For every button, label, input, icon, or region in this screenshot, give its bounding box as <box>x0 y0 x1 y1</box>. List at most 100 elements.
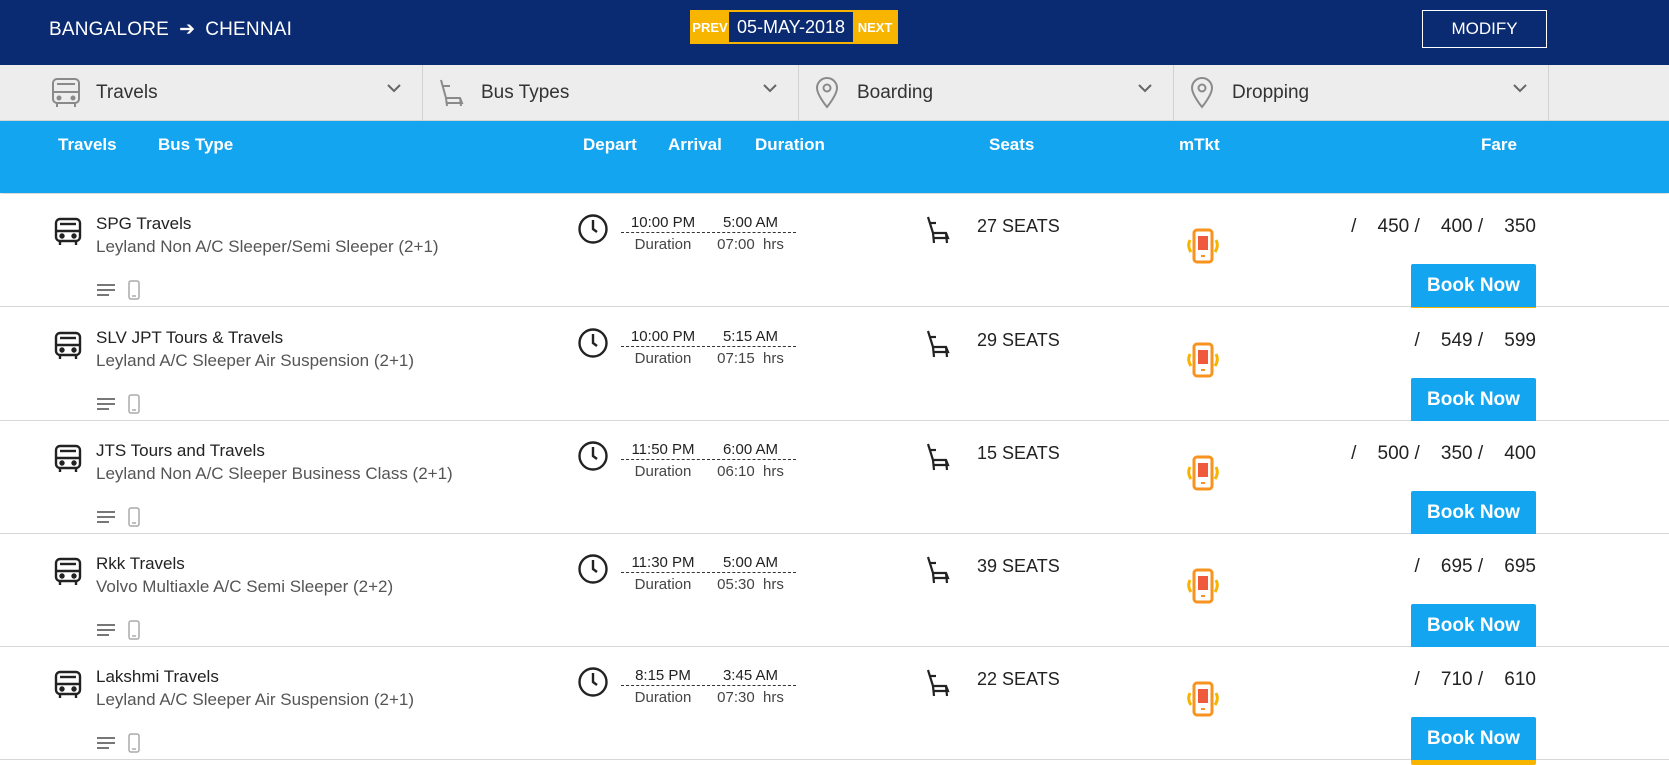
row-extra-icons <box>96 507 140 527</box>
seat-icon <box>926 330 950 358</box>
book-now-button[interactable]: Book Now <box>1411 604 1536 652</box>
clock-icon <box>578 328 608 358</box>
seats-available[interactable]: 15 SEATS <box>977 443 1060 464</box>
route-title: BANGALORE ➔ CHENNAI <box>49 18 292 41</box>
prev-date-button[interactable]: PREV <box>691 11 729 43</box>
filter-travels[interactable]: Travels <box>46 65 423 121</box>
arrival-time: 5:15 AM <box>722 328 779 345</box>
chevron-down-icon <box>387 84 401 93</box>
clock-icon <box>578 554 608 584</box>
col-travels[interactable]: Travels <box>58 135 117 155</box>
row-extra-icons <box>96 620 140 640</box>
details-list-icon[interactable] <box>96 396 116 412</box>
mobile-ticket-icon <box>1187 342 1219 378</box>
duration-value: 07:15 hrs <box>717 350 784 367</box>
time-block: 8:15 PM 3:45 AM Duration 07:30 hrs <box>621 667 796 706</box>
mobile-icon[interactable] <box>128 620 140 640</box>
clock-icon <box>578 441 608 471</box>
bus-icon <box>54 331 82 359</box>
filter-dropping[interactable]: Dropping <box>1174 65 1549 121</box>
mobile-ticket-icon <box>1187 228 1219 264</box>
chevron-down-icon <box>763 84 777 93</box>
seats-available[interactable]: 29 SEATS <box>977 330 1060 351</box>
depart-time: 11:50 PM <box>631 441 695 458</box>
filter-boarding[interactable]: Boarding <box>799 65 1174 121</box>
duration-label: Duration <box>634 236 692 253</box>
fare-list: / 500 / 350 / 400 <box>1351 443 1536 464</box>
duration-label: Duration <box>634 576 692 593</box>
mobile-icon[interactable] <box>128 394 140 414</box>
col-seats[interactable]: Seats <box>989 135 1034 155</box>
filter-bar: Travels Bus Types Boarding Dropping <box>0 65 1669 121</box>
bus-result-row: SLV JPT Tours & Travels Leyland A/C Slee… <box>0 308 1669 426</box>
bus-icon <box>54 217 82 245</box>
arrival-time: 3:45 AM <box>722 667 779 684</box>
duration-value: 05:30 hrs <box>717 576 784 593</box>
time-block: 11:50 PM 6:00 AM Duration 06:10 hrs <box>621 441 796 480</box>
modify-button[interactable]: MODIFY <box>1422 10 1547 48</box>
col-duration[interactable]: Duration <box>755 135 825 155</box>
filter-label: Dropping <box>1232 82 1310 103</box>
arrival-time: 5:00 AM <box>722 214 779 231</box>
col-arrival[interactable]: Arrival <box>668 135 722 155</box>
time-block: 11:30 PM 5:00 AM Duration 05:30 hrs <box>621 554 796 593</box>
mobile-ticket-icon <box>1187 568 1219 604</box>
fare-list: / 695 / 695 <box>1414 556 1536 577</box>
bus-type: Volvo Multiaxle A/C Semi Sleeper (2+2) <box>96 577 394 596</box>
row-extra-icons <box>96 733 140 753</box>
details-list-icon[interactable] <box>96 735 116 751</box>
bus-icon <box>54 444 82 472</box>
mobile-icon[interactable] <box>128 280 140 300</box>
mobile-ticket-icon <box>1187 455 1219 491</box>
journey-date[interactable]: 05-MAY-2018 <box>729 11 854 43</box>
details-list-icon[interactable] <box>96 509 116 525</box>
bus-icon <box>46 73 86 113</box>
duration-label: Duration <box>634 689 692 706</box>
filter-bus-types[interactable]: Bus Types <box>423 65 799 121</box>
duration-label: Duration <box>634 350 692 367</box>
seat-icon <box>926 669 950 697</box>
time-block: 10:00 PM 5:00 AM Duration 07:00 hrs <box>621 214 796 253</box>
col-mtkt: mTkt <box>1179 135 1220 154</box>
bus-icon <box>54 670 82 698</box>
col-depart[interactable]: Depart <box>583 135 637 155</box>
details-list-icon[interactable] <box>96 282 116 298</box>
seats-available[interactable]: 27 SEATS <box>977 216 1060 237</box>
operator-name: Lakshmi Travels <box>96 667 219 686</box>
time-block: 10:00 PM 5:15 AM Duration 07:15 hrs <box>621 328 796 367</box>
chevron-down-icon <box>1513 84 1527 93</box>
duration-label: Duration <box>634 463 692 480</box>
book-now-button[interactable]: Book Now <box>1411 378 1536 426</box>
book-now-button[interactable]: Book Now <box>1411 491 1536 539</box>
chevron-down-icon <box>1138 84 1152 93</box>
mobile-icon[interactable] <box>128 733 140 753</box>
route-from: BANGALORE <box>49 18 170 40</box>
seats-available[interactable]: 39 SEATS <box>977 556 1060 577</box>
col-fare[interactable]: Fare <box>1481 135 1517 155</box>
results-column-header: Travels Bus Type Depart Arrival Duration… <box>0 121 1669 193</box>
book-now-button[interactable]: Book Now <box>1411 264 1536 312</box>
next-date-button[interactable]: NEXT <box>853 11 898 43</box>
bus-type: Leyland Non A/C Sleeper/Semi Sleeper (2+… <box>96 237 439 256</box>
route-to: CHENNAI <box>205 18 293 40</box>
depart-time: 8:15 PM <box>635 667 691 684</box>
details-list-icon[interactable] <box>96 622 116 638</box>
col-bus-type[interactable]: Bus Type <box>158 135 233 155</box>
clock-icon <box>578 214 608 244</box>
mobile-ticket-icon <box>1187 681 1219 717</box>
arrow-right-icon: ➔ <box>179 19 196 40</box>
fare-list: / 710 / 610 <box>1414 669 1536 690</box>
bus-type: Leyland A/C Sleeper Air Suspension (2+1) <box>96 351 415 370</box>
bus-result-row: Rkk Travels Volvo Multiaxle A/C Semi Sle… <box>0 534 1669 652</box>
bus-type: Leyland A/C Sleeper Air Suspension (2+1) <box>96 690 415 709</box>
depart-time: 10:00 PM <box>630 328 696 345</box>
mobile-icon[interactable] <box>128 507 140 527</box>
seats-available[interactable]: 22 SEATS <box>977 669 1060 690</box>
row-extra-icons <box>96 394 140 414</box>
depart-time: 11:30 PM <box>631 554 695 571</box>
duration-value: 07:30 hrs <box>717 689 784 706</box>
bus-icon <box>54 557 82 585</box>
filter-label: Travels <box>96 82 158 103</box>
seat-icon <box>926 556 950 584</box>
book-now-button[interactable]: Book Now <box>1411 717 1536 765</box>
